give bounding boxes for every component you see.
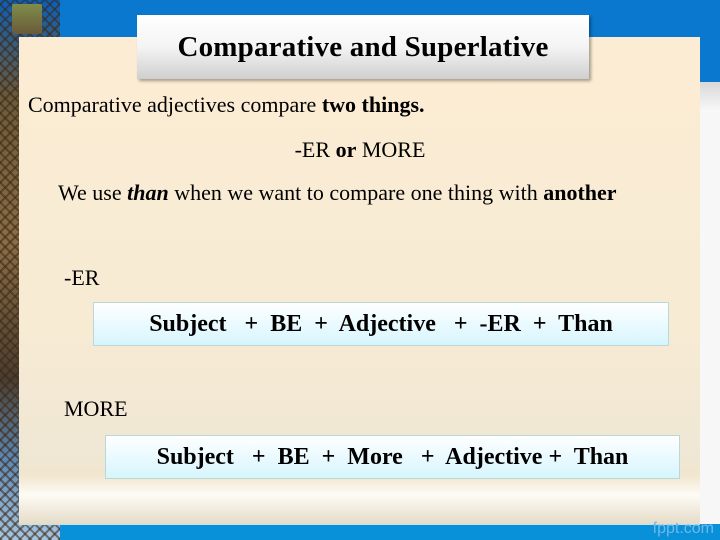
section-label-more: MORE [64, 396, 128, 421]
formula-more: Subject + BE + More + Adjective + Than [156, 443, 629, 470]
subheading-er: -ER [294, 137, 336, 162]
intro-emphasis: two things. [321, 92, 425, 117]
subheading-text: -ER or MORE [0, 137, 720, 163]
usage-text: We use than when we want to compare one … [58, 180, 617, 206]
eiffel-tower-top [12, 4, 42, 34]
usage-emphasis: another [543, 180, 617, 205]
usage-middle: when we want to compare one thing with [168, 180, 544, 205]
section-label-er: -ER [64, 265, 100, 290]
usage-keyword: than [127, 180, 169, 205]
slide-title: Comparative and Superlative [177, 30, 549, 63]
formula-box-er: Subject + BE + Adjective + -ER + Than [93, 302, 669, 346]
formula-er: Subject + BE + Adjective + -ER + Than [149, 310, 613, 337]
background-bottom-band [0, 524, 720, 540]
intro-text: Comparative adjectives compare two thing… [28, 92, 425, 118]
title-box: Comparative and Superlative [137, 15, 589, 79]
watermark: fppt.com [652, 520, 714, 537]
subheading-or: or [335, 137, 357, 162]
formula-box-more: Subject + BE + More + Adjective + Than [105, 435, 680, 479]
subheading-more: MORE [356, 137, 426, 162]
intro-prefix: Comparative adjectives compare [28, 92, 322, 117]
usage-prefix: We use [58, 180, 128, 205]
